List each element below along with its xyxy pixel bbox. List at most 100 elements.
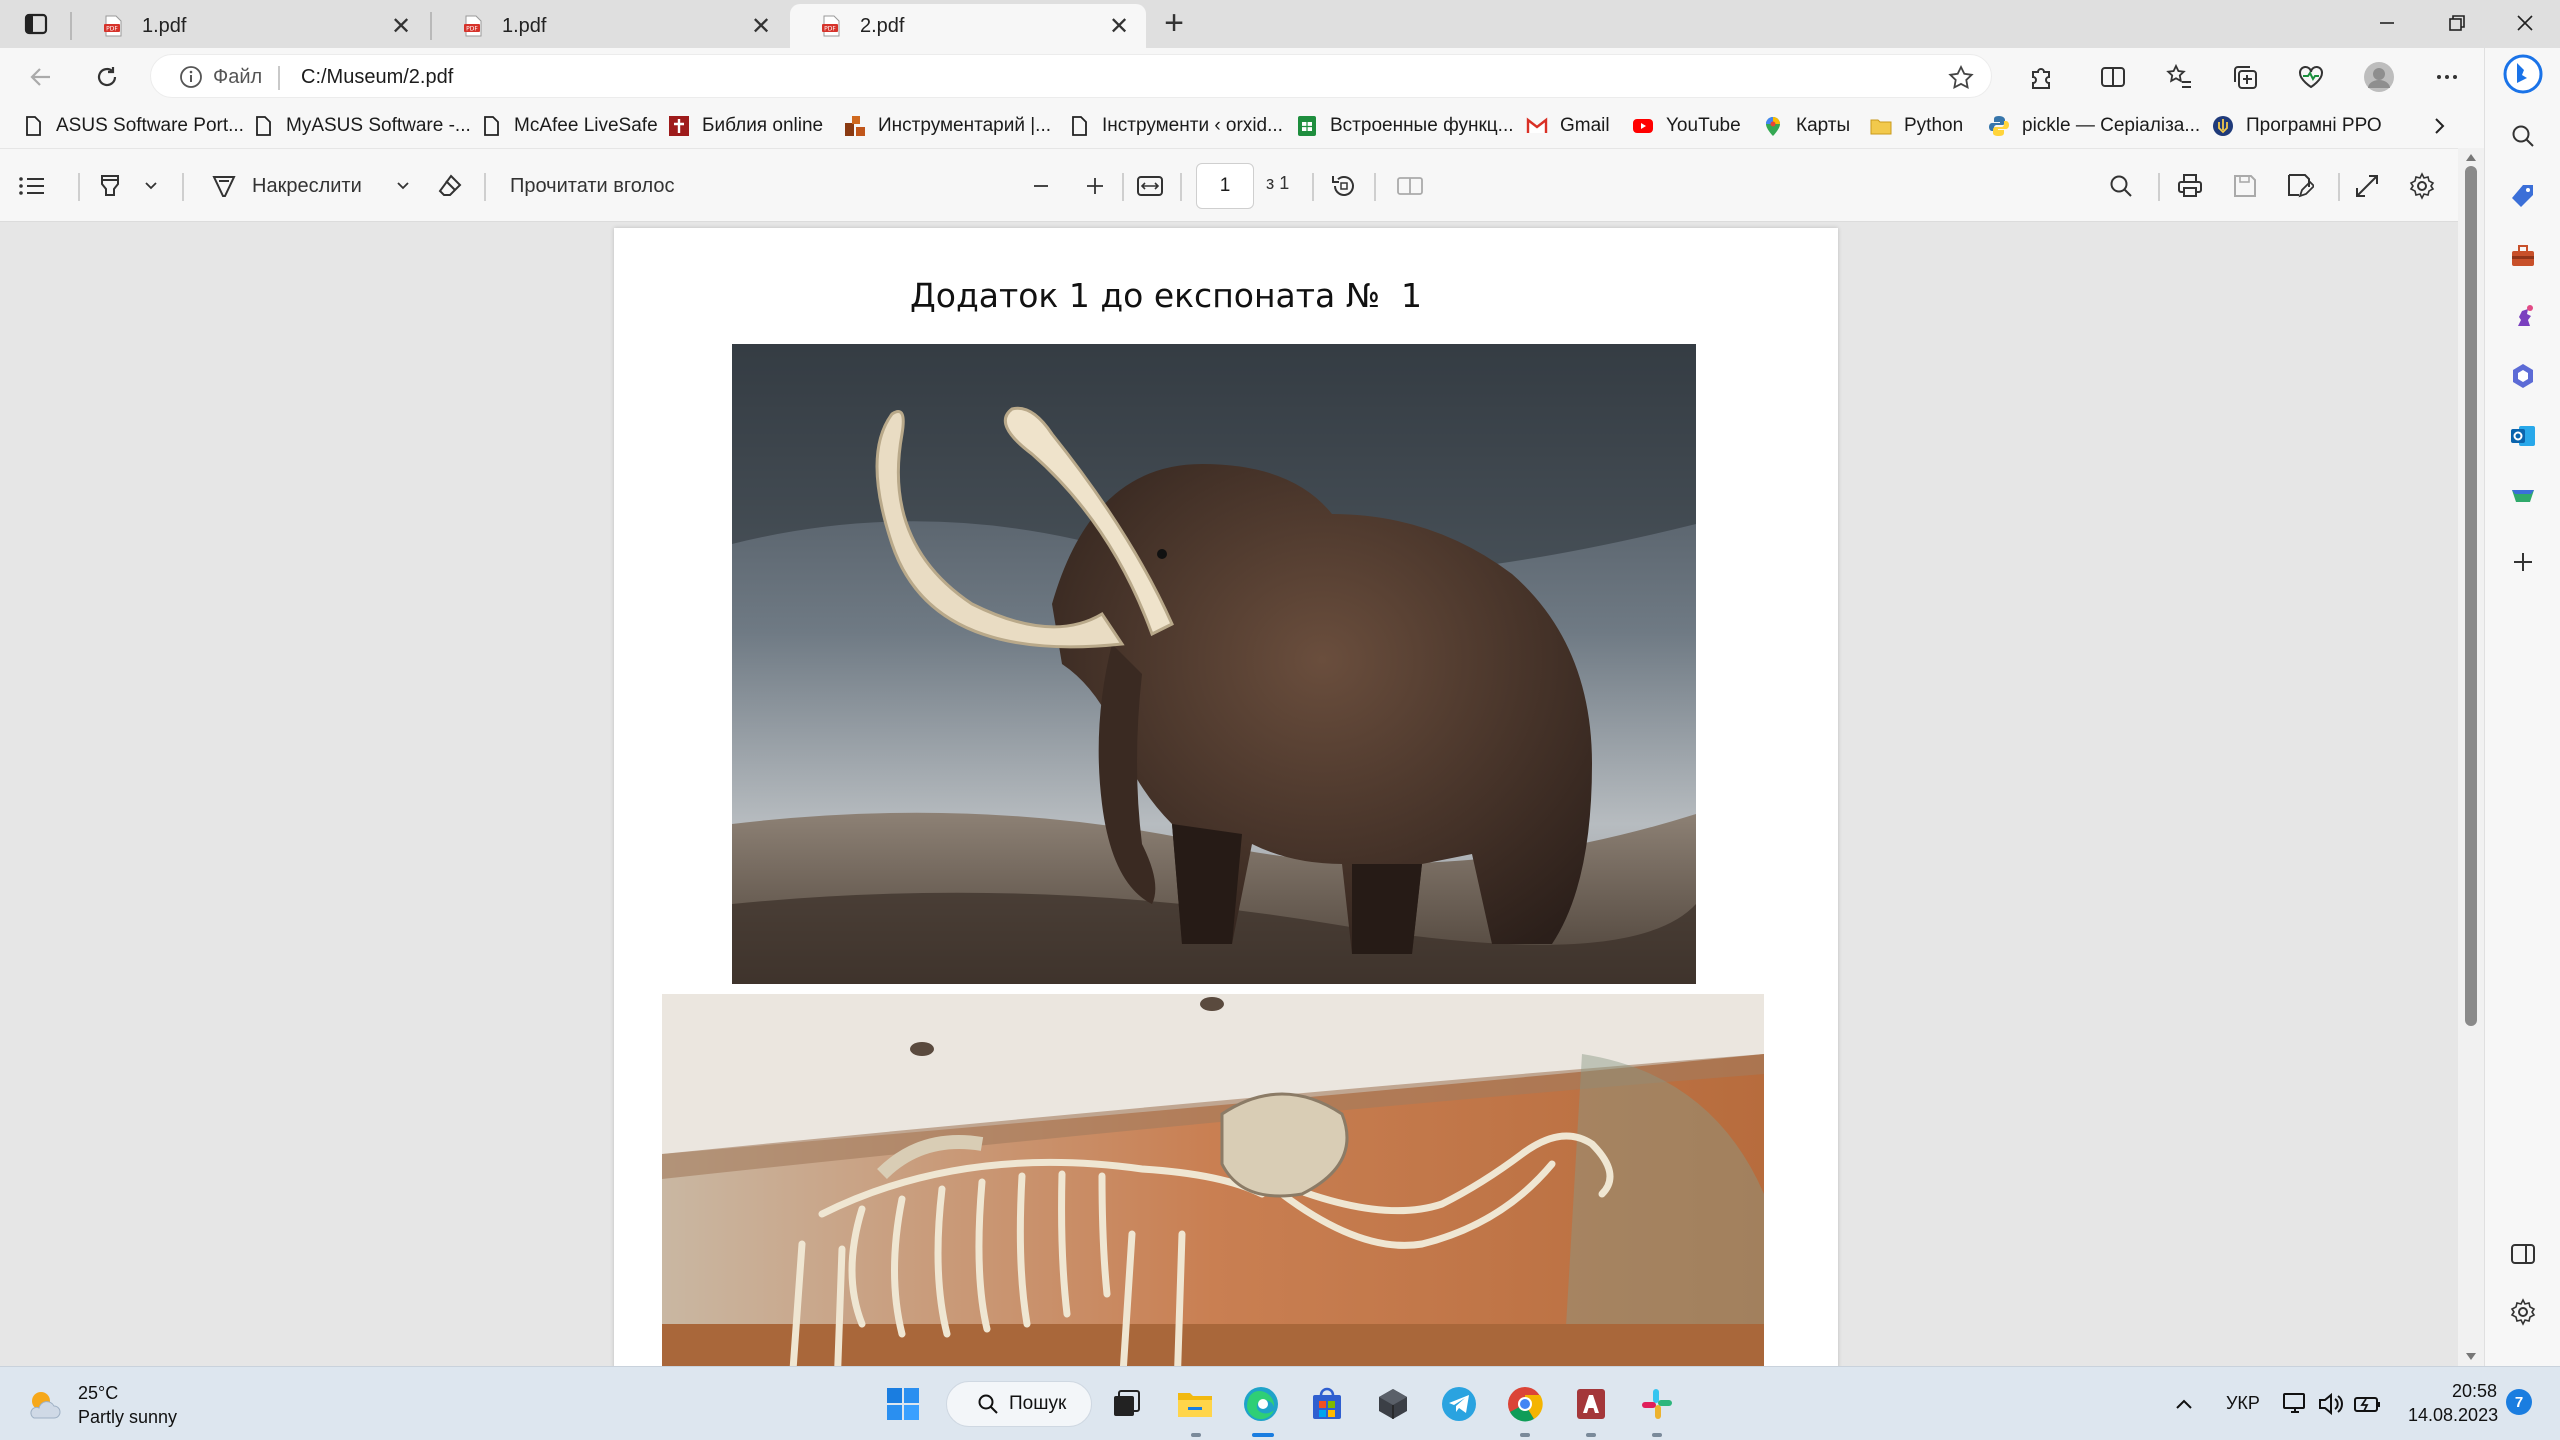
close-window-button[interactable] (2490, 0, 2560, 46)
volume-button[interactable] (2314, 1383, 2348, 1425)
input-language[interactable]: УКР (2226, 1393, 2260, 1414)
document-title: Додаток 1 до експоната № 1 (910, 276, 1422, 315)
toolbox-icon (2512, 245, 2534, 266)
favorite-item[interactable]: Інструменти ‹ orxid... (1068, 112, 1283, 140)
weather-widget[interactable]: 25°C Partly sunny (24, 1381, 177, 1429)
refresh-button[interactable] (90, 60, 124, 94)
erase-button[interactable] (436, 171, 464, 201)
close-icon[interactable]: ✕ (390, 13, 412, 40)
highlight-options-button[interactable] (142, 171, 160, 201)
slack-button[interactable] (1636, 1383, 1678, 1425)
telegram-button[interactable] (1438, 1383, 1480, 1425)
extensions-button[interactable] (2024, 60, 2058, 94)
zoom-out-button[interactable] (1030, 171, 1052, 201)
sidebar-drop-button[interactable] (2503, 476, 2543, 516)
full-screen-button[interactable] (2354, 171, 2380, 201)
access-app-button[interactable] (1570, 1383, 1612, 1425)
favorite-item[interactable]: Инструментарий |... (844, 112, 1051, 140)
sidebar-games-button[interactable] (2503, 296, 2543, 336)
minimize-button[interactable] (2352, 0, 2422, 46)
address-input[interactable]: Файл C:/Museum/2.pdf (150, 54, 1992, 98)
scroll-up-icon[interactable] (2465, 152, 2477, 162)
favorite-item[interactable]: ASUS Software Port... (22, 112, 244, 140)
read-aloud-button[interactable]: Прочитати вголос (510, 171, 674, 201)
network-button[interactable] (2278, 1383, 2312, 1425)
url-text[interactable]: C:/Museum/2.pdf (301, 66, 453, 89)
scroll-thumb[interactable] (2465, 166, 2477, 1026)
favorites-overflow-button[interactable] (2428, 112, 2450, 140)
sidebar-microsoft365-button[interactable] (2503, 356, 2543, 396)
sidebar-outlook-button[interactable] (2503, 416, 2543, 456)
favorite-item[interactable]: Gmail (1526, 112, 1610, 140)
profile-button[interactable] (2362, 60, 2396, 94)
sidebar-tools-button[interactable] (2503, 236, 2543, 276)
battery-button[interactable] (2350, 1383, 2384, 1425)
back-button[interactable] (24, 60, 58, 94)
print-button[interactable] (2176, 171, 2204, 201)
page-number-input[interactable]: 1 (1196, 163, 1254, 209)
rotate-button[interactable] (1330, 171, 1358, 201)
tab-actions-button[interactable] (18, 10, 54, 38)
zoom-in-button[interactable] (1084, 171, 1106, 201)
sidebar-add-button[interactable] (2503, 542, 2543, 582)
info-icon[interactable] (179, 65, 203, 89)
hide-sidebar-button[interactable] (2503, 1234, 2543, 1274)
microsoft-store-button[interactable] (1306, 1383, 1348, 1425)
favorite-item[interactable]: YouTube (1632, 112, 1741, 140)
chrome-button[interactable] (1504, 1383, 1546, 1425)
find-button[interactable] (2108, 171, 2134, 201)
notification-badge[interactable]: 7 (2506, 1389, 2532, 1415)
sidebar-shopping-button[interactable] (2503, 176, 2543, 216)
file-explorer-button[interactable] (1174, 1383, 1216, 1425)
document-viewport[interactable]: Додаток 1 до експоната № 1 (0, 222, 2458, 1366)
favorite-label: Інструменти ‹ orxid... (1102, 115, 1283, 136)
vertical-scrollbar[interactable] (2458, 148, 2484, 1366)
save-button[interactable] (2232, 171, 2258, 201)
collections-button[interactable] (2228, 60, 2262, 94)
contents-button[interactable] (18, 171, 46, 201)
new-tab-button[interactable]: + (1158, 6, 1190, 40)
taskbar-search[interactable]: Пошук (946, 1381, 1092, 1427)
browser-essentials-button[interactable] (2294, 60, 2328, 94)
edge-button[interactable] (1240, 1383, 1282, 1425)
favorite-item[interactable]: Python (1870, 112, 1963, 140)
settings-and-more-button[interactable] (2430, 60, 2464, 94)
close-icon[interactable]: ✕ (750, 13, 772, 40)
restore-button[interactable] (2422, 0, 2492, 46)
favorite-item[interactable]: Програмні РРО (2212, 112, 2382, 140)
favorite-item[interactable]: Карты (1762, 112, 1850, 140)
sidebar-settings-button[interactable] (2503, 1292, 2543, 1332)
favorite-label: Карты (1796, 115, 1851, 136)
pdf-settings-button[interactable] (2408, 171, 2436, 201)
draw-options-button[interactable] (394, 171, 412, 201)
show-hidden-icons-button[interactable] (2164, 1383, 2204, 1425)
favorite-item[interactable]: pickle — Серіаліза... (1988, 112, 2200, 140)
start-button[interactable] (882, 1383, 924, 1425)
favorites-button[interactable] (2162, 60, 2196, 94)
favorite-item[interactable]: McAfee LiveSafe (480, 112, 658, 140)
highlight-button[interactable] (96, 171, 124, 201)
clock-date[interactable]: 14.08.2023 (2408, 1405, 2498, 1426)
tab-1pdf-first[interactable]: PDF 1.pdf ✕ (72, 4, 428, 48)
tab-1pdf-second[interactable]: PDF 1.pdf ✕ (432, 4, 788, 48)
favorite-item[interactable]: Встроенные функц... (1296, 112, 1514, 140)
bing-copilot-button[interactable] (2503, 54, 2543, 94)
two-page-view-icon (1397, 177, 1423, 195)
favorite-item[interactable]: Библия online (668, 112, 823, 140)
split-screen-button[interactable] (2096, 60, 2130, 94)
close-icon[interactable]: ✕ (1108, 13, 1130, 40)
task-view-button[interactable] (1106, 1383, 1148, 1425)
draw-button[interactable]: Накреслити (210, 171, 362, 201)
unity-app-button[interactable] (1372, 1383, 1414, 1425)
active-indicator (1252, 1433, 1274, 1437)
save-as-button[interactable] (2286, 171, 2314, 201)
sidebar-search-button[interactable] (2503, 116, 2543, 156)
fit-to-width-button[interactable] (1136, 171, 1164, 201)
page-view-button[interactable] (1396, 171, 1424, 201)
favorite-star-icon[interactable] (1947, 64, 1975, 92)
clock-time[interactable]: 20:58 (2452, 1381, 2497, 1402)
favorite-item[interactable]: MyASUS Software -... (252, 112, 471, 140)
tab-2pdf-active[interactable]: PDF 2.pdf ✕ (790, 4, 1146, 48)
chevron-down-icon (145, 182, 157, 190)
scroll-down-icon[interactable] (2465, 1352, 2477, 1362)
